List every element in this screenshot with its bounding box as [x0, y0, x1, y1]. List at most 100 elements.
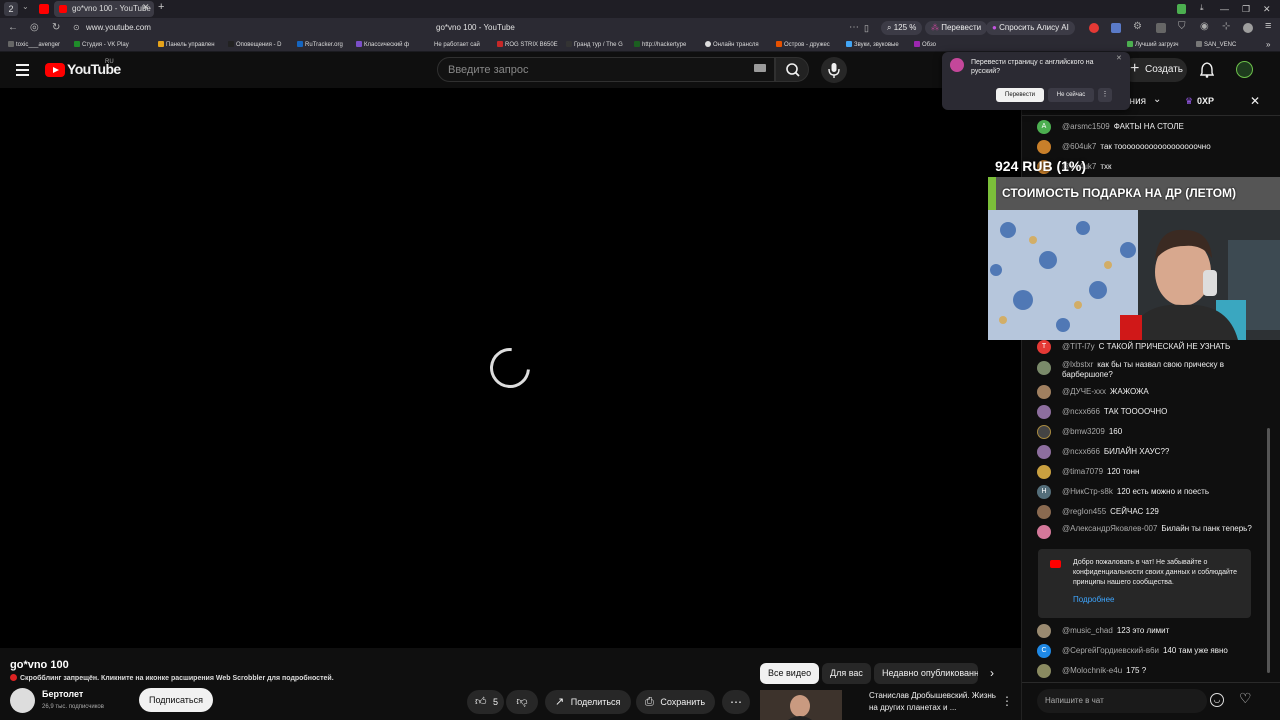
- bookmark-item[interactable]: http://hackertype: [634, 38, 686, 52]
- chat-author[interactable]: @ncxx666: [1062, 447, 1100, 456]
- chat-author[interactable]: @bmw3209: [1062, 427, 1105, 436]
- workspace-badge[interactable]: 2: [4, 2, 18, 16]
- avatar[interactable]: H: [1037, 485, 1051, 499]
- back-icon[interactable]: ←: [8, 18, 18, 38]
- chevron-down-icon[interactable]: ⌄: [1153, 94, 1161, 105]
- reload-icon[interactable]: ↻: [52, 18, 60, 38]
- chat-author[interactable]: @ncxx666: [1062, 407, 1100, 416]
- avatar[interactable]: [1037, 664, 1051, 678]
- more-icon[interactable]: ⋮: [1001, 694, 1013, 708]
- download-icon[interactable]: ⤓: [1200, 3, 1204, 13]
- bookmark-item[interactable]: Студия - VK Play: [74, 38, 129, 52]
- bookmark-item[interactable]: Онлайн трансля: [705, 38, 759, 52]
- chat-author[interactable]: @604uk7: [1062, 142, 1096, 151]
- bookmark-item[interactable]: Классический ф: [356, 38, 409, 52]
- home-icon[interactable]: ◎: [30, 18, 39, 38]
- avatar[interactable]: [1037, 505, 1051, 519]
- youtube-logo-icon[interactable]: [45, 63, 65, 77]
- close-window-icon[interactable]: ✕: [1263, 0, 1271, 18]
- chat-author[interactable]: @НикСтр-s8k: [1062, 487, 1113, 496]
- chat-author[interactable]: @ДУЧЕ-xxx: [1062, 387, 1106, 396]
- chat-author[interactable]: @АлександрЯковлев-007: [1062, 524, 1157, 533]
- more-options-button[interactable]: ⋮: [1098, 88, 1112, 102]
- more-icon[interactable]: ⋯: [849, 18, 859, 38]
- chat-scrollbar[interactable]: [1267, 428, 1270, 673]
- bookmarks-overflow-icon[interactable]: »: [1266, 38, 1270, 52]
- translate-button[interactable]: ⁂ Перевести: [925, 21, 988, 35]
- avatar[interactable]: [1037, 140, 1051, 154]
- close-icon[interactable]: ✕: [1116, 54, 1122, 62]
- like-button[interactable]: 👍︎ 5: [467, 690, 504, 714]
- extension-eye-icon[interactable]: ◉: [1200, 21, 1209, 32]
- more-actions-button[interactable]: ⋯: [722, 690, 750, 714]
- extension-shield-icon[interactable]: ⛉: [1178, 21, 1186, 32]
- close-icon[interactable]: ✕: [1250, 94, 1260, 108]
- tab-close-icon[interactable]: ✕: [142, 2, 150, 13]
- video-player[interactable]: [0, 88, 1021, 648]
- heart-icon[interactable]: ♡: [1239, 690, 1252, 707]
- voice-search-button[interactable]: [821, 57, 847, 83]
- avatar[interactable]: [1037, 465, 1051, 479]
- zoom-button[interactable]: ⌕ 125 %: [881, 21, 923, 35]
- dislike-button[interactable]: 👎︎: [506, 690, 538, 714]
- chat-author[interactable]: @tima7079: [1062, 467, 1103, 476]
- bookmark-item[interactable]: SAN_VENC: [1196, 38, 1236, 52]
- extension-box-icon[interactable]: [1156, 23, 1166, 33]
- chat-author[interactable]: @regIon455: [1062, 507, 1106, 516]
- translate-confirm-button[interactable]: Перевести: [996, 88, 1044, 102]
- recommended-title[interactable]: Станислав Дробышевский. Жизнь на других …: [869, 690, 999, 714]
- notifications-bell-icon[interactable]: [1199, 62, 1215, 83]
- chat-author[interactable]: @Molochnik-e4u: [1062, 666, 1122, 675]
- keyboard-icon[interactable]: [754, 64, 766, 72]
- bookmark-item[interactable]: toxic___avenger: [8, 38, 60, 52]
- subscribe-button[interactable]: Подписаться: [139, 688, 213, 712]
- points-label[interactable]: 0XP: [1197, 96, 1214, 106]
- avatar[interactable]: [1037, 445, 1051, 459]
- avatar[interactable]: [1236, 61, 1253, 78]
- emoji-icon[interactable]: ◡: [1210, 693, 1224, 707]
- avatar[interactable]: [1037, 361, 1051, 375]
- bookmark-item[interactable]: Не работает сай: [434, 38, 480, 52]
- tab-youtube[interactable]: go*vno 100 - YouTube: [54, 1, 154, 17]
- avatar[interactable]: [1037, 525, 1051, 539]
- chat-author[interactable]: @arsmc1509: [1062, 122, 1110, 131]
- search-input[interactable]: Введите запрос: [437, 57, 775, 82]
- chip-for-you[interactable]: Для вас: [822, 663, 871, 684]
- chevron-right-icon[interactable]: ›: [990, 666, 994, 680]
- learn-more-link[interactable]: Подробнее: [1073, 595, 1115, 604]
- extension-cursor-icon[interactable]: ⊹: [1222, 21, 1230, 32]
- menu-icon[interactable]: ≡: [1265, 20, 1271, 32]
- bookmark-item[interactable]: Оповещения - D: [228, 38, 282, 52]
- avatar[interactable]: T: [1037, 340, 1051, 354]
- bookmark-item[interactable]: Обзо: [914, 38, 936, 52]
- extension-blue-icon[interactable]: [1111, 23, 1121, 33]
- channel-name[interactable]: Бертолет: [42, 689, 83, 699]
- not-now-button[interactable]: Не сейчас: [1048, 88, 1094, 102]
- avatar[interactable]: A: [1037, 120, 1051, 134]
- pinned-youtube-tab[interactable]: [39, 4, 49, 14]
- chat-author[interactable]: @TIT-l7y: [1062, 342, 1095, 351]
- bookmark-item[interactable]: Панель управлен: [158, 38, 215, 52]
- new-tab-icon[interactable]: +: [158, 1, 164, 13]
- extension-gear-icon[interactable]: ⚙: [1133, 21, 1142, 32]
- bookmark-item[interactable]: RuTracker.org: [297, 38, 343, 52]
- avatar[interactable]: [1037, 425, 1051, 439]
- maximize-icon[interactable]: ❐: [1242, 0, 1250, 18]
- avatar[interactable]: [10, 688, 35, 713]
- chat-author[interactable]: @music_chad: [1062, 626, 1113, 635]
- search-button[interactable]: [775, 57, 809, 82]
- extension-red-icon[interactable]: [1089, 23, 1099, 33]
- avatar[interactable]: [1037, 405, 1051, 419]
- bookmark-item[interactable]: Лучший загрузч: [1127, 38, 1179, 52]
- minimize-icon[interactable]: —: [1220, 0, 1229, 18]
- bookmark-item[interactable]: Остров - дружес: [776, 38, 830, 52]
- chip-recent[interactable]: Недавно опубликованные: [874, 663, 978, 684]
- url-field[interactable]: www.youtube.com: [86, 18, 151, 38]
- avatar[interactable]: C: [1037, 644, 1051, 658]
- chip-all-videos[interactable]: Все видео: [760, 663, 820, 684]
- share-button[interactable]: ↗ Поделиться: [545, 690, 631, 714]
- recommended-thumbnail[interactable]: [760, 690, 842, 720]
- chat-author[interactable]: @lxbstxr: [1062, 360, 1093, 369]
- create-button[interactable]: Создать: [1121, 58, 1187, 82]
- bookmark-item[interactable]: ROG STRIX B650E: [497, 38, 558, 52]
